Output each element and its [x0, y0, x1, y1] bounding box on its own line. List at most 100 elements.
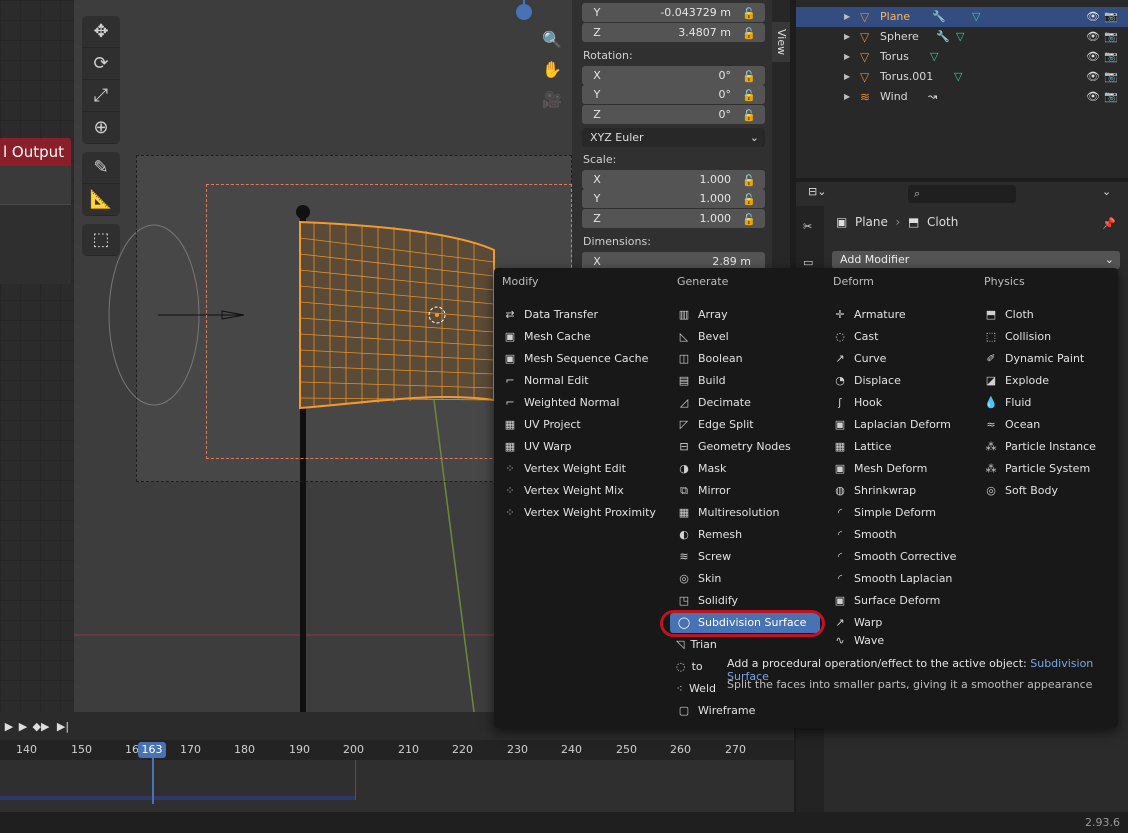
menu-item-shrinkwrap[interactable]: ◍ Shrinkwrap	[832, 481, 977, 501]
render-camera-icon[interactable]: 📷	[1104, 7, 1118, 27]
menu-item-particle-instance[interactable]: ⁂ Particle Instance	[983, 437, 1111, 457]
menu-item-hook[interactable]: ʃ Hook	[832, 393, 977, 413]
menu-item-dynamic-paint[interactable]: ✐ Dynamic Paint	[983, 349, 1111, 369]
scale-z-field[interactable]: Z 1.000	[582, 209, 765, 228]
eye-icon[interactable]: 👁	[1086, 87, 1100, 107]
lock-icon[interactable]: 🔓	[742, 109, 756, 122]
menu-item-array[interactable]: ▥ Array	[676, 305, 821, 325]
lock-icon[interactable]: 🔓	[742, 174, 756, 187]
outliner-row[interactable]: ▶ ▽ Torus.001 ▽ 👁 📷	[796, 67, 1128, 87]
tool-settings-icon[interactable]: ✂	[803, 220, 812, 233]
menu-item-weighted-normal[interactable]: ⌐ Weighted Normal	[502, 393, 662, 413]
outliner-row[interactable]: ▶ ≋ Wind ↝ 👁 📷	[796, 87, 1128, 107]
outliner-row[interactable]: ▶ ▽ Plane 🔧 ▽ 👁 📷	[796, 7, 1128, 27]
rotation-z-field[interactable]: Z 0°	[582, 105, 765, 124]
chevron-down-icon[interactable]: ⌄	[1102, 185, 1111, 198]
timeline-area[interactable]	[0, 760, 794, 812]
annotate-tool-icon[interactable]: ✎	[82, 152, 120, 184]
lock-icon[interactable]: 🔓	[742, 27, 756, 40]
next-keyframe-icon[interactable]: ◆▶	[32, 718, 50, 734]
location-y-field[interactable]: Y -0.043729 m	[582, 3, 765, 22]
scale-tool-icon[interactable]: ⤢	[82, 80, 120, 112]
lock-icon[interactable]: 🔓	[742, 7, 756, 20]
menu-item-bevel[interactable]: ◺ Bevel	[676, 327, 821, 347]
menu-item-screw[interactable]: ≋ Screw	[676, 547, 821, 567]
menu-item-volume-to-mesh[interactable]: ◌Volume to Mesh	[676, 657, 716, 677]
rotation-y-field[interactable]: Y 0°	[582, 85, 765, 104]
menu-item-curve[interactable]: ↗ Curve	[832, 349, 977, 369]
location-z-field[interactable]: Z 3.4807 m	[582, 23, 765, 42]
menu-item-fluid[interactable]: 💧 Fluid	[983, 393, 1111, 413]
node-editor[interactable]	[0, 0, 74, 712]
menu-item-vertex-weight-proximity[interactable]: ⁘ Vertex Weight Proximity	[502, 503, 662, 523]
menu-item-smooth-corrective[interactable]: ◜ Smooth Corrective	[832, 547, 977, 567]
scale-y-field[interactable]: Y 1.000	[582, 189, 765, 208]
menu-item-wireframe[interactable]: ▢ Wireframe	[676, 701, 821, 721]
menu-item-normal-edit[interactable]: ⌐ Normal Edit	[502, 371, 662, 391]
node-body[interactable]	[0, 166, 71, 284]
lock-icon[interactable]: 🔓	[742, 213, 756, 226]
tab-view[interactable]: View	[772, 22, 790, 62]
lock-icon[interactable]: 🔓	[742, 89, 756, 102]
menu-item-laplacian-deform[interactable]: ▣ Laplacian Deform	[832, 415, 977, 435]
menu-item-mesh-sequence-cache[interactable]: ▣ Mesh Sequence Cache	[502, 349, 662, 369]
timeline-ruler[interactable]: 140 150 16 170 180 190 200 210 220 230 2…	[0, 740, 794, 760]
menu-item-data-transfer[interactable]: ⇄ Data Transfer	[502, 305, 662, 325]
search-input[interactable]: ⌕	[908, 185, 1016, 203]
eye-icon[interactable]: 👁	[1086, 47, 1100, 67]
menu-item-skin[interactable]: ◎ Skin	[676, 569, 821, 589]
outliner-row[interactable]: ▶ ▽ Torus ▽ 👁 📷	[796, 47, 1128, 67]
measure-tool-icon[interactable]: 📐	[82, 184, 120, 216]
menu-item-cast[interactable]: ◌ Cast	[832, 327, 977, 347]
camera-view-icon[interactable]: 🎥	[540, 84, 564, 114]
menu-item-vertex-weight-edit[interactable]: ⁘ Vertex Weight Edit	[502, 459, 662, 479]
menu-item-geometry-nodes[interactable]: ⊟ Geometry Nodes	[676, 437, 821, 457]
menu-item-decimate[interactable]: ◿ Decimate	[676, 393, 821, 413]
lock-icon[interactable]: 🔓	[742, 193, 756, 206]
add-cube-tool-icon[interactable]: ⬚	[82, 224, 120, 256]
menu-item-mesh-cache[interactable]: ▣ Mesh Cache	[502, 327, 662, 347]
eye-icon[interactable]: 👁	[1086, 7, 1100, 27]
menu-item-soft-body[interactable]: ◎ Soft Body	[983, 481, 1111, 501]
rotate-tool-icon[interactable]: ⟳	[82, 48, 120, 80]
render-camera-icon[interactable]: 📷	[1104, 47, 1118, 67]
add-modifier-button[interactable]: Add Modifier ⌄	[832, 251, 1120, 269]
render-camera-icon[interactable]: 📷	[1104, 87, 1118, 107]
pan-hand-icon[interactable]: ✋	[540, 54, 564, 84]
menu-item-lattice[interactable]: ▦ Lattice	[832, 437, 977, 457]
scale-x-field[interactable]: X 1.000	[582, 170, 765, 189]
playhead[interactable]	[152, 758, 154, 804]
node-title[interactable]: l Output	[0, 138, 71, 166]
menu-item-surface-deform[interactable]: ▣ Surface Deform	[832, 591, 977, 611]
menu-item-ocean[interactable]: ≈ Ocean	[983, 415, 1111, 435]
menu-item-mask[interactable]: ◑ Mask	[676, 459, 821, 479]
menu-item-collision[interactable]: ⬚ Collision	[983, 327, 1111, 347]
eye-icon[interactable]: 👁	[1086, 27, 1100, 47]
menu-item-warp[interactable]: ↗ Warp	[832, 613, 977, 633]
render-camera-icon[interactable]: 📷	[1104, 27, 1118, 47]
menu-item-particle-system[interactable]: ⁂ Particle System	[983, 459, 1111, 479]
menu-item-edge-split[interactable]: ◸ Edge Split	[676, 415, 821, 435]
menu-item-smooth[interactable]: ◜ Smooth	[832, 525, 977, 545]
menu-item-cloth[interactable]: ⬒ Cloth	[983, 305, 1111, 325]
current-frame-indicator[interactable]: 163	[138, 742, 166, 758]
menu-item-remesh[interactable]: ◐ Remesh	[676, 525, 821, 545]
menu-item-weld[interactable]: ⁖ Weld	[676, 679, 716, 699]
menu-item-vertex-weight-mix[interactable]: ⁘ Vertex Weight Mix	[502, 481, 662, 501]
menu-item-mesh-deform[interactable]: ▣ Mesh Deform	[832, 459, 977, 479]
menu-item-explode[interactable]: ◪ Explode	[983, 371, 1111, 391]
menu-item-simple-deform[interactable]: ◜ Simple Deform	[832, 503, 977, 523]
pin-icon[interactable]: 📌	[1102, 217, 1116, 230]
play-icon[interactable]: ▶	[14, 718, 32, 734]
menu-item-triangulate[interactable]: ◹Triangulate	[676, 635, 716, 655]
menu-item-armature[interactable]: ✛ Armature	[832, 305, 977, 325]
eye-icon[interactable]: 👁	[1086, 67, 1100, 87]
menu-item-boolean[interactable]: ◫ Boolean	[676, 349, 821, 369]
outliner-row[interactable]: ▶ ▽ Sphere 🔧 ▽ 👁 📷	[796, 27, 1128, 47]
move-tool-icon[interactable]: ✥	[82, 16, 120, 48]
rotation-x-field[interactable]: X 0°	[582, 66, 765, 85]
menu-item-smooth-laplacian[interactable]: ◜ Smooth Laplacian	[832, 569, 977, 589]
jump-end-icon[interactable]: ▶|	[54, 718, 72, 734]
transform-tool-icon[interactable]: ⊕	[82, 112, 120, 144]
menu-item-displace[interactable]: ◔ Displace	[832, 371, 977, 391]
